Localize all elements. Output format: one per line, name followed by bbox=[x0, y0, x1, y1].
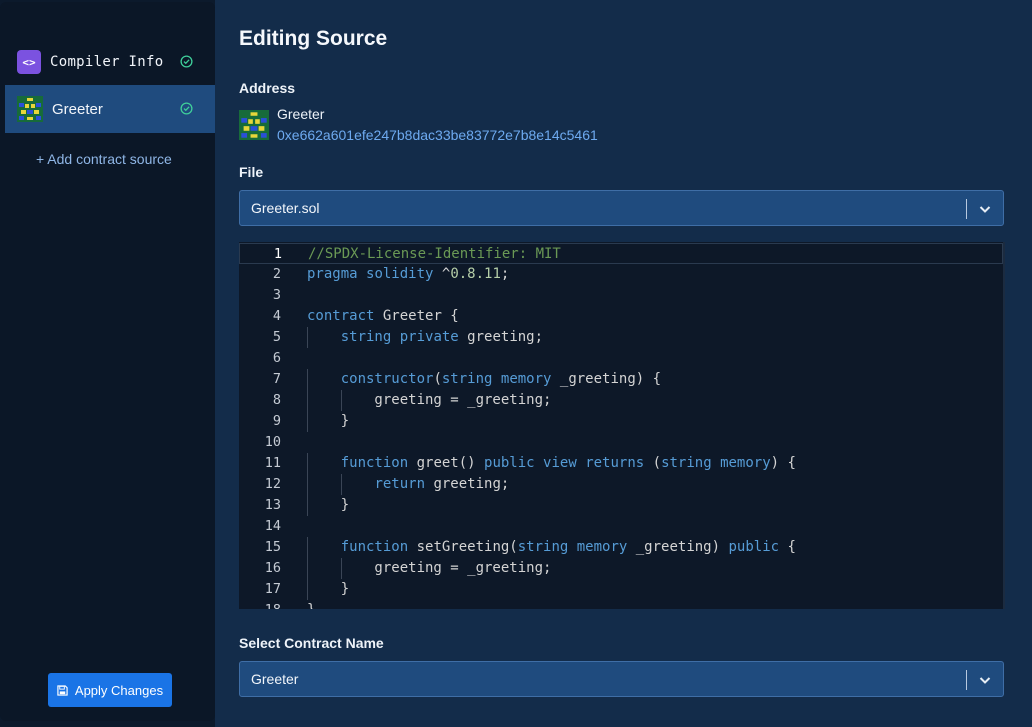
code-text: function greet() public view returns (st… bbox=[340, 455, 796, 471]
code-text: } bbox=[307, 600, 315, 609]
contract-select-value: Greeter bbox=[251, 671, 299, 687]
indent-guide bbox=[307, 327, 308, 348]
indent-guide bbox=[307, 453, 308, 474]
contract-name-label: Select Contract Name bbox=[239, 635, 384, 651]
sidebar: <> Compiler Info Greeter + Add contract bbox=[0, 2, 215, 721]
line-number: 16 bbox=[264, 560, 281, 576]
code-text: greeting = _greeting; bbox=[307, 392, 552, 408]
code-editor[interactable]: 1 //SPDX-License-Identifier: MIT 2 pragma s… bbox=[239, 242, 1005, 609]
code-line[interactable]: 18} bbox=[239, 600, 1003, 609]
code-text: constructor(string memory _greeting) { bbox=[340, 371, 662, 387]
line-number: 13 bbox=[264, 497, 281, 513]
sidebar-item-greeter[interactable]: Greeter bbox=[5, 85, 215, 133]
code-line[interactable]: 15 function setGreeting(string memory _g… bbox=[239, 537, 1003, 558]
line-number: 2 bbox=[272, 266, 281, 282]
indent-guide bbox=[307, 411, 308, 432]
save-icon bbox=[57, 684, 68, 696]
code-line[interactable]: 17 } bbox=[239, 579, 1003, 600]
code-text: string private greeting; bbox=[340, 329, 544, 345]
line-number: 18 bbox=[239, 600, 281, 609]
line-number: 3 bbox=[272, 287, 281, 303]
code-line[interactable]: 5 string private greeting; bbox=[239, 327, 1003, 348]
chevron-down-icon bbox=[979, 677, 991, 684]
code-text: contract Greeter { bbox=[307, 308, 459, 324]
code-text: function setGreeting(string memory _gree… bbox=[340, 539, 796, 555]
check-circle-icon bbox=[180, 55, 193, 68]
line-number: 9 bbox=[272, 413, 281, 429]
select-divider bbox=[966, 670, 967, 690]
add-contract-source-link[interactable]: + Add contract source bbox=[36, 151, 172, 167]
code-line[interactable]: 7 constructor(string memory _greeting) { bbox=[239, 369, 1003, 390]
indent-guide bbox=[307, 474, 308, 495]
code-line[interactable]: 13 } bbox=[239, 495, 1003, 516]
editor-scrollbar[interactable] bbox=[1003, 242, 1005, 609]
code-text: } bbox=[307, 581, 350, 597]
chevron-down-icon bbox=[979, 206, 991, 213]
code-line[interactable]: 8 greeting = _greeting; bbox=[239, 390, 1003, 411]
file-select[interactable]: Greeter.sol bbox=[239, 190, 1004, 226]
contract-name-select[interactable]: Greeter bbox=[239, 661, 1004, 697]
code-line[interactable]: 12 return greeting; bbox=[239, 474, 1003, 495]
line-number: 5 bbox=[272, 329, 281, 345]
indent-guide bbox=[307, 558, 308, 579]
indent-guide bbox=[307, 390, 308, 411]
line-number: 17 bbox=[264, 581, 281, 597]
line-number: 15 bbox=[264, 539, 281, 555]
line-number: 6 bbox=[272, 350, 281, 366]
indent-guide bbox=[307, 579, 308, 600]
code-line[interactable]: 9 } bbox=[239, 411, 1003, 432]
address-label: Address bbox=[239, 80, 296, 96]
indent-guide bbox=[340, 474, 342, 495]
indent-guide bbox=[307, 495, 308, 516]
code-text: greeting = _greeting; bbox=[307, 560, 552, 576]
code-line[interactable]: 4 contract Greeter { bbox=[239, 306, 1003, 327]
code-text: } bbox=[307, 497, 350, 513]
main-panel: Editing Source Address Greeter 0xe662a60… bbox=[215, 0, 1032, 727]
code-brackets-icon: <> bbox=[17, 50, 41, 74]
code-line[interactable]: 16 greeting = _greeting; bbox=[239, 558, 1003, 579]
apply-changes-button[interactable]: Apply Changes bbox=[48, 673, 172, 707]
indent-guide bbox=[340, 558, 342, 579]
code-text: //SPDX-License-Identifier: MIT bbox=[308, 246, 561, 262]
identicon bbox=[17, 96, 43, 122]
address-hash-link[interactable]: 0xe662a601efe247b8dac33be83772e7b8e14c54… bbox=[277, 127, 598, 143]
code-text: pragma solidity ^0.8.11; bbox=[307, 266, 510, 282]
file-select-value: Greeter.sol bbox=[251, 200, 320, 216]
address-name: Greeter bbox=[277, 106, 325, 122]
line-number: 14 bbox=[264, 518, 281, 534]
code-text: return greeting; bbox=[374, 476, 510, 492]
identicon bbox=[239, 110, 269, 140]
page-title: Editing Source bbox=[239, 27, 388, 50]
apply-changes-label: Apply Changes bbox=[74, 682, 164, 698]
line-number: 7 bbox=[272, 371, 281, 387]
line-number: 4 bbox=[272, 308, 281, 324]
line-number: 12 bbox=[264, 476, 281, 492]
code-line[interactable]: 6 bbox=[239, 348, 1003, 369]
file-label: File bbox=[239, 164, 264, 180]
line-number: 11 bbox=[264, 455, 281, 471]
select-divider bbox=[966, 199, 967, 219]
line-number: 1 bbox=[273, 246, 282, 262]
code-line[interactable]: 1 //SPDX-License-Identifier: MIT bbox=[239, 243, 1003, 264]
code-line[interactable]: 10 bbox=[239, 432, 1003, 453]
code-line[interactable]: 11 function greet() public view returns … bbox=[239, 453, 1003, 474]
indent-guide bbox=[307, 369, 308, 390]
line-number: 8 bbox=[272, 392, 281, 408]
code-line[interactable]: 3 bbox=[239, 285, 1003, 306]
indent-guide bbox=[340, 390, 342, 411]
code-line[interactable]: 14 bbox=[239, 516, 1003, 537]
code-line[interactable]: 2 pragma solidity ^0.8.11; bbox=[239, 264, 1003, 285]
line-number: 10 bbox=[264, 434, 281, 450]
indent-guide bbox=[307, 537, 308, 558]
code-text: } bbox=[307, 413, 350, 429]
check-circle-icon bbox=[180, 102, 193, 115]
sidebar-item-compiler-info[interactable]: <> Compiler Info bbox=[5, 38, 215, 86]
